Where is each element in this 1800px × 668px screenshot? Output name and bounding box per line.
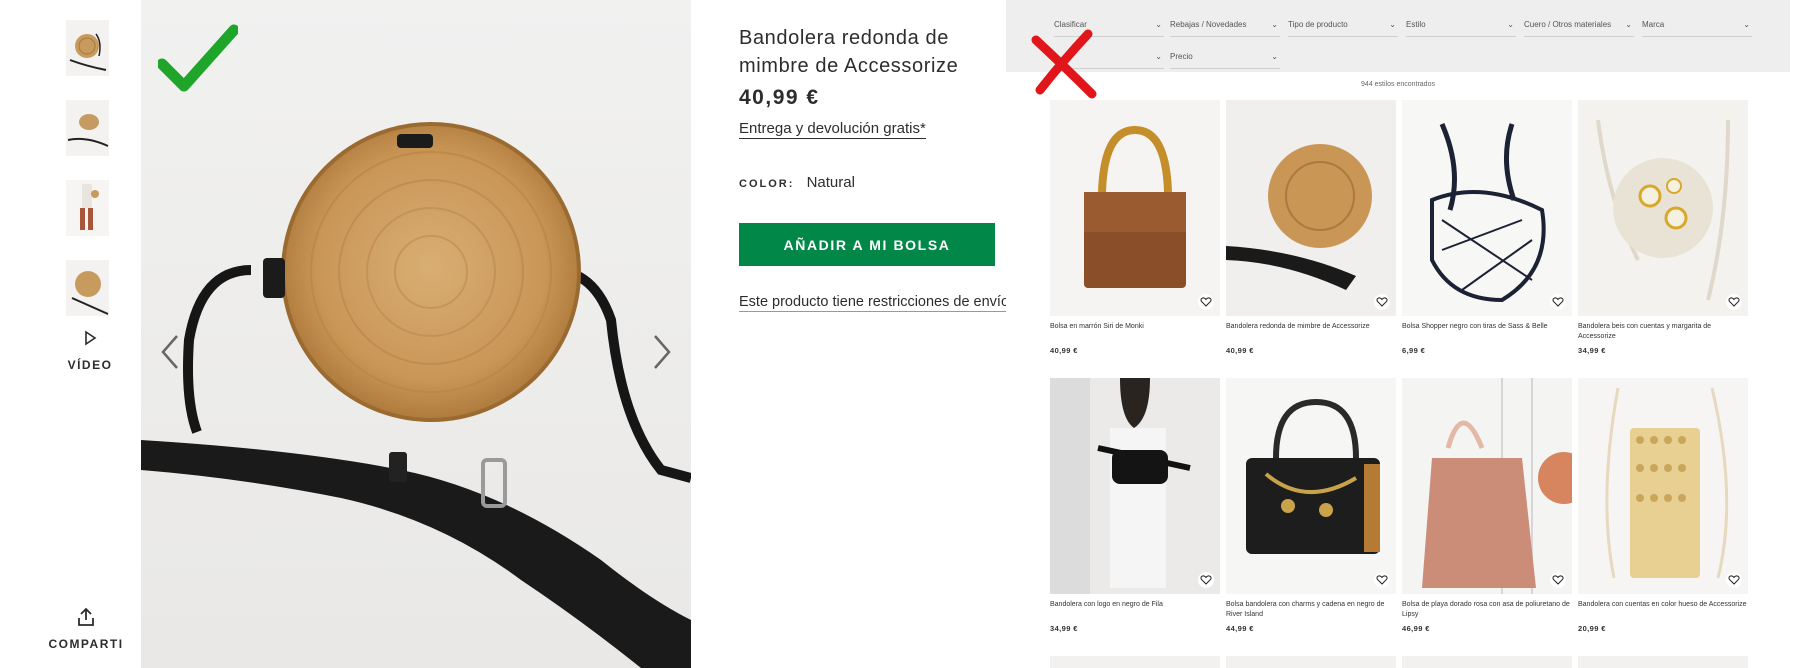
product-price: 40,99 € [739, 86, 820, 109]
chevron-down-icon: ⌄ [1507, 20, 1514, 29]
heart-icon [1728, 575, 1740, 585]
wishlist-button[interactable] [1726, 294, 1742, 310]
product-image [1402, 100, 1572, 316]
filter-sale-new[interactable]: Rebajas / Novedades ⌄ [1170, 14, 1280, 37]
play-icon [66, 330, 114, 352]
product-price: 34,99 € [1050, 624, 1078, 633]
chevron-down-icon: ⌄ [1271, 20, 1278, 29]
share-icon [48, 606, 124, 633]
product-listing-panel: Clasificar ⌄ Rebajas / Novedades ⌄ Tipo de… [1006, 0, 1800, 668]
wishlist-button[interactable] [1198, 294, 1214, 310]
product-card[interactable]: Bandolera con cuentas en color hueso de … [1578, 378, 1748, 633]
product-card[interactable]: Bolsa en marrón Siri de Monki 40,99 € [1050, 100, 1220, 355]
chevron-right-icon [654, 335, 671, 369]
shipping-restriction-link[interactable]: Este producto tiene restricciones de env… [739, 294, 1014, 312]
wishlist-button[interactable] [1198, 572, 1214, 588]
product-name: Bandolera con logo en negro de Fila [1050, 601, 1163, 608]
product-card[interactable] [1226, 656, 1396, 668]
heart-icon [1552, 575, 1564, 585]
previous-image-button[interactable] [155, 330, 185, 374]
product-price: 6,99 € [1402, 346, 1426, 355]
heart-icon [1552, 297, 1564, 307]
chevron-down-icon: ⌄ [1743, 20, 1750, 29]
product-name: Bandolera con cuentas en color hueso de … [1578, 601, 1747, 608]
product-price: 46,99 € [1402, 624, 1430, 633]
heart-icon [1376, 575, 1388, 585]
heart-icon [1200, 297, 1212, 307]
main-product-image [141, 0, 691, 668]
product-name: Bandolera beis con cuentas y margarita d… [1578, 323, 1712, 340]
wishlist-button[interactable] [1550, 572, 1566, 588]
product-price: 40,99 € [1050, 346, 1078, 355]
chevron-down-icon: ⌄ [1155, 52, 1162, 61]
thumbnail-4[interactable] [66, 260, 109, 316]
product-image [1050, 100, 1220, 316]
results-count: 944 estilos encontrados [1361, 81, 1435, 88]
share-label: COMPARTI [48, 637, 124, 651]
thumbnail-3[interactable] [66, 180, 109, 236]
next-image-button[interactable] [647, 330, 677, 374]
product-name: Bolsa bandolera con charms y cadena en n… [1226, 601, 1385, 618]
product-image [1402, 656, 1572, 668]
product-color: COLOR: Natural [739, 174, 855, 191]
heart-icon [1376, 297, 1388, 307]
share-button[interactable]: COMPARTI [48, 606, 124, 651]
chevron-down-icon: ⌄ [1389, 20, 1396, 29]
cross-mark-icon [1026, 28, 1106, 105]
filter-price[interactable]: Precio ⌄ [1170, 46, 1280, 69]
heart-icon [1728, 297, 1740, 307]
product-card[interactable] [1050, 656, 1220, 668]
product-card[interactable]: Bandolera beis con cuentas y margarita d… [1578, 100, 1748, 355]
filter-brand[interactable]: Marca ⌄ [1642, 14, 1752, 37]
product-price: 40,99 € [1226, 346, 1254, 355]
product-name: Bolsa en marrón Siri de Monki [1050, 323, 1144, 330]
heart-icon [1200, 575, 1212, 585]
chevron-left-icon [161, 335, 178, 369]
product-name: Bolsa de playa dorado rosa con asa de po… [1402, 601, 1570, 618]
product-card[interactable]: Bandolera redonda de mimbre de Accessori… [1226, 100, 1396, 355]
product-image [1226, 656, 1396, 668]
product-image [1050, 656, 1220, 668]
wishlist-button[interactable] [1726, 572, 1742, 588]
product-image [1578, 100, 1748, 316]
filter-bar: Clasificar ⌄ Rebajas / Novedades ⌄ Tipo de… [1006, 0, 1790, 72]
product-card[interactable]: Bolsa bandolera con charms y cadena en n… [1226, 378, 1396, 633]
color-value: Natural [806, 174, 855, 191]
delivery-link[interactable]: Entrega y devolución gratis* [739, 120, 926, 139]
product-price: 20,99 € [1578, 624, 1606, 633]
product-price: 34,99 € [1578, 346, 1606, 355]
thumbnail-2[interactable] [66, 100, 109, 156]
product-image [1578, 378, 1748, 594]
product-card[interactable]: Bolsa de playa dorado rosa con asa de po… [1402, 378, 1572, 633]
add-to-bag-button[interactable]: AÑADIR A MI BOLSA [739, 223, 995, 266]
product-price: 44,99 € [1226, 624, 1254, 633]
chevron-down-icon: ⌄ [1155, 20, 1162, 29]
wishlist-button[interactable] [1374, 294, 1390, 310]
product-image [1226, 378, 1396, 594]
product-card[interactable]: Bandolera con logo en negro de Fila 34,9… [1050, 378, 1220, 633]
filter-style[interactable]: Estilo ⌄ [1406, 14, 1516, 37]
product-name: Bandolera redonda de mimbre de Accessori… [1226, 323, 1370, 330]
product-image [1050, 378, 1220, 594]
product-image [1578, 656, 1748, 668]
filter-product-type[interactable]: Tipo de producto ⌄ [1288, 14, 1398, 37]
product-card[interactable] [1402, 656, 1572, 668]
video-button[interactable]: VÍDEO [66, 330, 114, 372]
video-label: VÍDEO [67, 358, 113, 372]
thumbnail-1[interactable] [66, 20, 109, 76]
wishlist-button[interactable] [1550, 294, 1566, 310]
filter-material[interactable]: Cuero / Otros materiales ⌄ [1524, 14, 1634, 37]
wishlist-button[interactable] [1374, 572, 1390, 588]
product-card[interactable]: Bolsa Shopper negro con tiras de Sass & … [1402, 100, 1572, 355]
color-key: COLOR: [739, 178, 795, 190]
chevron-down-icon: ⌄ [1625, 20, 1632, 29]
product-card[interactable] [1578, 656, 1748, 668]
product-image [1402, 378, 1572, 594]
product-image [1226, 100, 1396, 316]
product-title: Bandolera redonda de mimbre de Accessori… [739, 27, 959, 77]
product-name: Bolsa Shopper negro con tiras de Sass & … [1402, 323, 1548, 330]
chevron-down-icon: ⌄ [1271, 52, 1278, 61]
check-mark-icon [156, 24, 240, 99]
